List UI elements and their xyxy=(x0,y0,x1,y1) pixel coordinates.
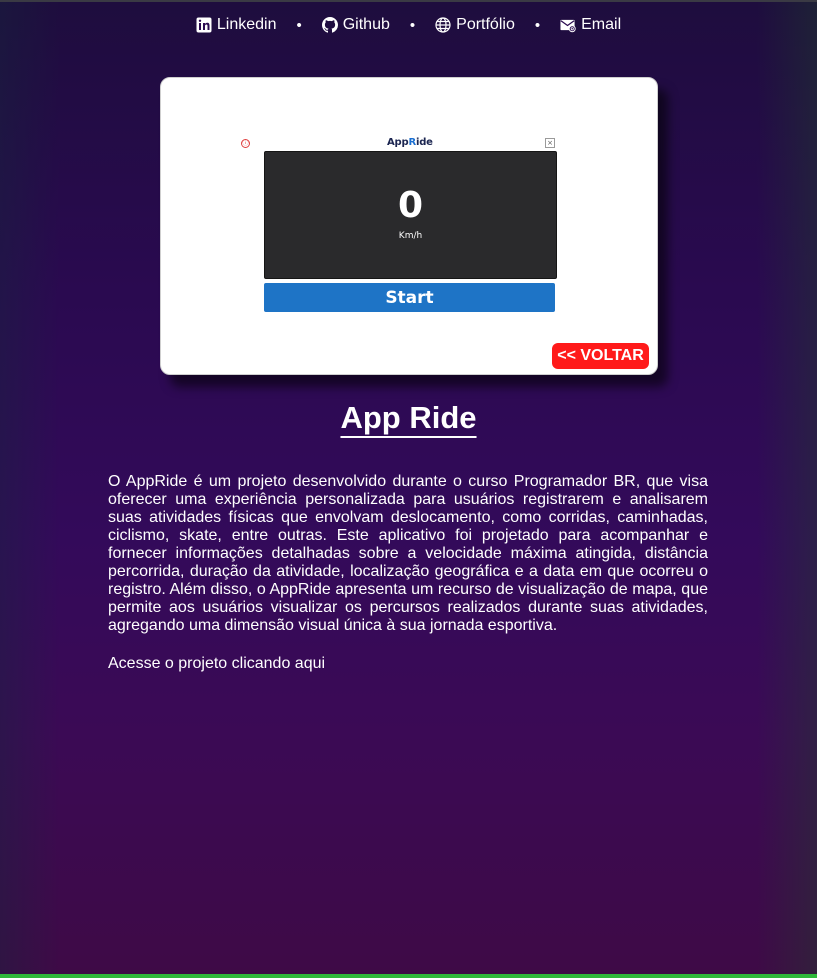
appride-logo: AppRide xyxy=(387,137,433,148)
project-preview-card: ⓘ AppRide × 0 Km/h Start << VOLTAR xyxy=(160,77,658,375)
nav-portfolio-link[interactable]: Portfólio xyxy=(435,16,515,34)
nav-linkedin-link[interactable]: Linkedin xyxy=(196,16,277,34)
linkedin-icon xyxy=(196,17,212,33)
speed-panel: 0 Km/h xyxy=(264,151,557,279)
access-prefix: Acesse o projeto xyxy=(108,655,228,672)
nav-github-label: Github xyxy=(342,16,390,33)
nav-email-link[interactable]: Email xyxy=(560,16,621,34)
globe-icon xyxy=(435,17,451,33)
left-glow xyxy=(0,0,60,978)
right-glow xyxy=(757,0,817,978)
nav-separator: • xyxy=(296,16,302,34)
project-description: O AppRide é um projeto desenvolvido dura… xyxy=(108,473,708,634)
nav-github-link[interactable]: Github xyxy=(321,16,390,34)
close-icon[interactable]: × xyxy=(545,138,555,148)
nav-portfolio-label: Portfólio xyxy=(456,16,515,33)
page-title-text: App Ride xyxy=(340,400,477,435)
access-line: Acesse o projeto clicando aqui xyxy=(108,655,708,673)
bottom-bar xyxy=(0,974,817,978)
nav-linkedin-label: Linkedin xyxy=(216,16,277,33)
nav-email-label: Email xyxy=(581,16,622,33)
logo-r: R xyxy=(408,137,416,148)
top-border xyxy=(0,0,817,2)
logo-prefix: App xyxy=(387,137,409,148)
speed-value: 0 xyxy=(397,185,424,226)
info-icon[interactable]: ⓘ xyxy=(241,139,250,148)
speed-unit: Km/h xyxy=(398,231,423,241)
nav-separator: • xyxy=(409,16,416,34)
envelope-icon xyxy=(560,17,576,33)
top-nav: Linkedin • Github • Portfólio • Email xyxy=(0,16,817,34)
project-link[interactable]: clicando aqui xyxy=(232,655,325,672)
logo-suffix: ide xyxy=(415,137,433,148)
nav-separator: • xyxy=(534,16,541,34)
start-button[interactable]: Start xyxy=(264,283,555,312)
github-icon xyxy=(321,17,338,33)
back-button[interactable]: << VOLTAR xyxy=(552,343,649,369)
page-title: App Ride xyxy=(0,400,817,436)
